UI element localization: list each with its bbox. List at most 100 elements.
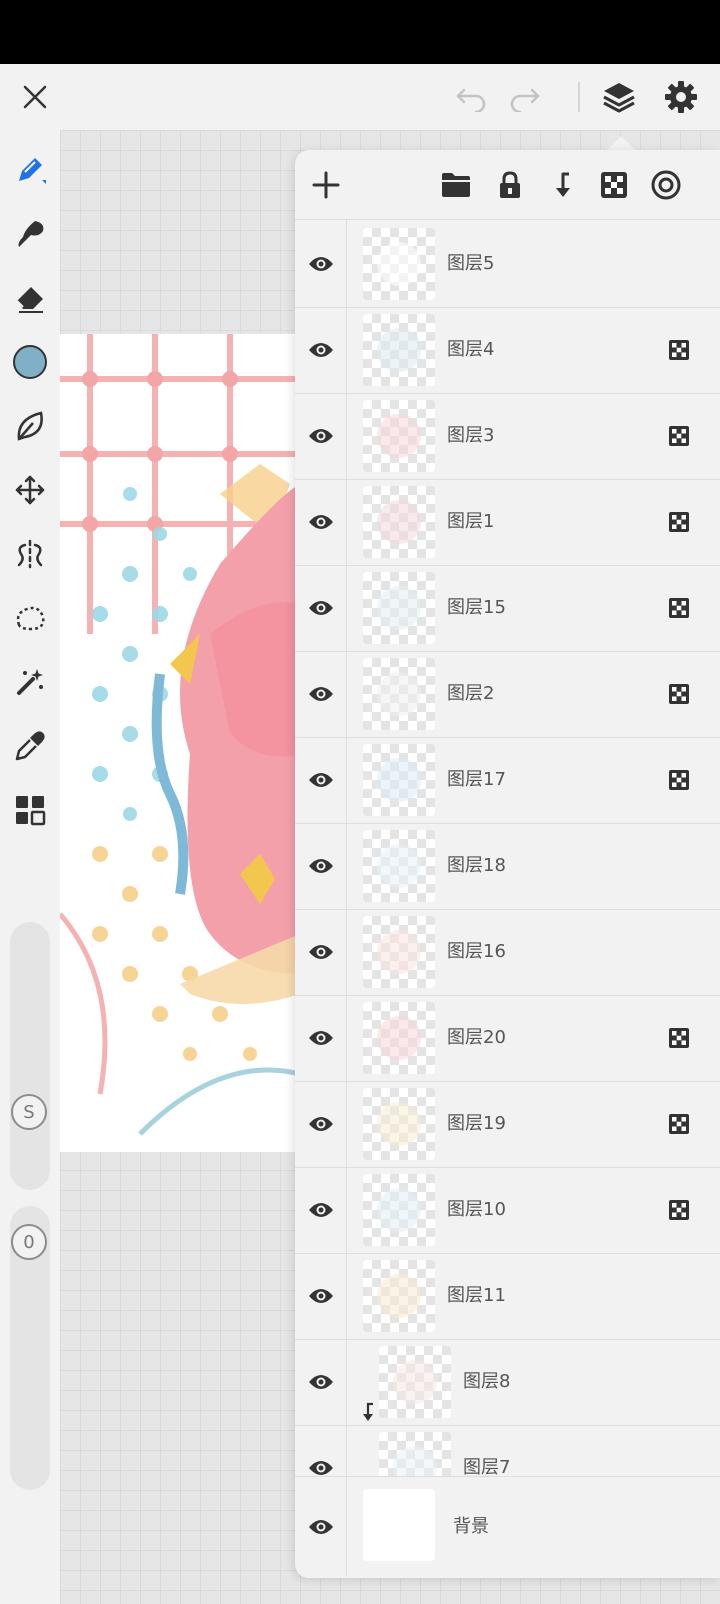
lock-icon[interactable] (491, 166, 529, 204)
visibility-eye-icon[interactable] (295, 306, 347, 394)
brush-tool-icon[interactable] (8, 212, 52, 256)
layer-row[interactable]: 图层3 (295, 392, 720, 480)
layer-row[interactable]: 图层16 (295, 908, 720, 996)
layer-row[interactable]: 图层8 (295, 1338, 720, 1426)
alpha-lock-indicator-icon[interactable] (669, 1028, 689, 1048)
layer-name: 图层16 (447, 941, 506, 962)
transform-tool-icon[interactable] (8, 468, 52, 512)
layer-thumbnail (363, 916, 435, 988)
clip-mask-icon[interactable] (543, 166, 581, 204)
visibility-eye-icon[interactable] (295, 392, 347, 480)
layer-row[interactable]: 图层20 (295, 994, 720, 1082)
layer-thumbnail (363, 486, 435, 558)
layer-row[interactable]: 图层4 (295, 306, 720, 394)
visibility-eye-icon[interactable] (295, 564, 347, 652)
layer-thumbnail (363, 400, 435, 472)
layers-icon[interactable] (600, 78, 638, 116)
layers-panel: 图层5 图层4 图层3 图层1 图层15 图层2 图层17 图层18 图层16 图层20 图层19 图… (295, 150, 720, 1578)
layer-row[interactable]: 图层11 (295, 1252, 720, 1340)
layer-thumbnail (363, 314, 435, 386)
layer-thumbnail (363, 744, 435, 816)
layer-thumbnail (363, 658, 435, 730)
visibility-eye-icon[interactable] (295, 220, 347, 308)
layer-name: 图层8 (463, 1371, 511, 1392)
brush-size-badge: S (11, 1094, 47, 1130)
visibility-eye-icon[interactable] (295, 1252, 347, 1340)
blend-mode-icon[interactable] (647, 166, 685, 204)
symmetry-tool-icon[interactable] (8, 532, 52, 576)
layer-row[interactable]: 图层17 (295, 736, 720, 824)
pen-tool-icon[interactable] (8, 148, 52, 192)
layer-name: 图层2 (447, 683, 495, 704)
brush-size-slider[interactable] (10, 922, 50, 1190)
alpha-lock-indicator-icon[interactable] (669, 770, 689, 790)
layer-row[interactable]: 图层2 (295, 650, 720, 738)
layer-row[interactable]: 图层10 (295, 1166, 720, 1254)
layer-thumbnail (379, 1346, 451, 1418)
layer-grid-icon[interactable] (8, 788, 52, 832)
toolbar-divider (578, 82, 580, 112)
layer-name: 图层1 (447, 511, 495, 532)
layer-thumbnail (363, 1489, 435, 1561)
alpha-lock-indicator-icon[interactable] (669, 426, 689, 446)
lasso-fill-tool-icon[interactable] (8, 404, 52, 448)
layer-row[interactable]: 图层5 (295, 220, 720, 308)
layer-thumbnail (363, 830, 435, 902)
layer-thumbnail (363, 228, 435, 300)
status-bar (0, 0, 720, 64)
alpha-lock-indicator-icon[interactable] (669, 340, 689, 360)
add-layer-icon[interactable] (307, 166, 345, 204)
visibility-eye-icon[interactable] (295, 1166, 347, 1254)
layer-name: 图层3 (447, 425, 495, 446)
visibility-eye-icon[interactable] (295, 1477, 347, 1577)
alpha-lock-indicator-icon[interactable] (669, 598, 689, 618)
visibility-eye-icon[interactable] (295, 478, 347, 566)
layer-row[interactable]: 图层19 (295, 1080, 720, 1168)
eraser-tool-icon[interactable] (8, 276, 52, 320)
layer-thumbnail (363, 1260, 435, 1332)
clip-indicator-icon (359, 1402, 375, 1422)
selection-tool-icon[interactable] (8, 596, 52, 640)
eyedropper-tool-icon[interactable] (8, 724, 52, 768)
layer-name: 图层20 (447, 1027, 506, 1048)
background-layer-row[interactable]: 背景 (295, 1476, 720, 1578)
alpha-lock-indicator-icon[interactable] (669, 684, 689, 704)
folder-icon[interactable] (437, 166, 475, 204)
layer-row[interactable]: 图层15 (295, 564, 720, 652)
layers-panel-toolbar (295, 150, 720, 220)
layer-name: 图层10 (447, 1199, 506, 1220)
visibility-eye-icon[interactable] (295, 908, 347, 996)
layer-thumbnail (363, 1002, 435, 1074)
alpha-lock-icon[interactable] (595, 166, 633, 204)
brush-opacity-badge: 0 (11, 1224, 47, 1260)
alpha-lock-indicator-icon[interactable] (669, 512, 689, 532)
visibility-eye-icon[interactable] (295, 650, 347, 738)
magic-wand-tool-icon[interactable] (8, 660, 52, 704)
visibility-eye-icon[interactable] (295, 1080, 347, 1168)
layer-name: 图层15 (447, 597, 506, 618)
tool-sidebar: S 0 (0, 130, 60, 1604)
layer-name: 图层18 (447, 855, 506, 876)
panel-caret (607, 136, 635, 150)
layer-thumbnail (363, 1088, 435, 1160)
layer-thumbnail (363, 1174, 435, 1246)
layer-name: 背景 (453, 1516, 489, 1537)
color-swatch[interactable] (8, 340, 52, 384)
visibility-eye-icon[interactable] (295, 822, 347, 910)
visibility-eye-icon[interactable] (295, 736, 347, 824)
alpha-lock-indicator-icon[interactable] (669, 1200, 689, 1220)
layer-thumbnail (363, 572, 435, 644)
layer-name: 图层19 (447, 1113, 506, 1134)
layer-row[interactable]: 图层1 (295, 478, 720, 566)
alpha-lock-indicator-icon[interactable] (669, 1114, 689, 1134)
layer-name: 图层4 (447, 339, 495, 360)
artwork-canvas[interactable] (60, 334, 300, 1152)
gear-icon[interactable] (662, 78, 700, 116)
undo-icon[interactable] (452, 78, 490, 116)
close-icon[interactable] (16, 78, 54, 116)
visibility-eye-icon[interactable] (295, 1338, 347, 1426)
visibility-eye-icon[interactable] (295, 994, 347, 1082)
layer-row[interactable]: 图层18 (295, 822, 720, 910)
redo-icon[interactable] (506, 78, 544, 116)
layer-name: 图层5 (447, 253, 495, 274)
